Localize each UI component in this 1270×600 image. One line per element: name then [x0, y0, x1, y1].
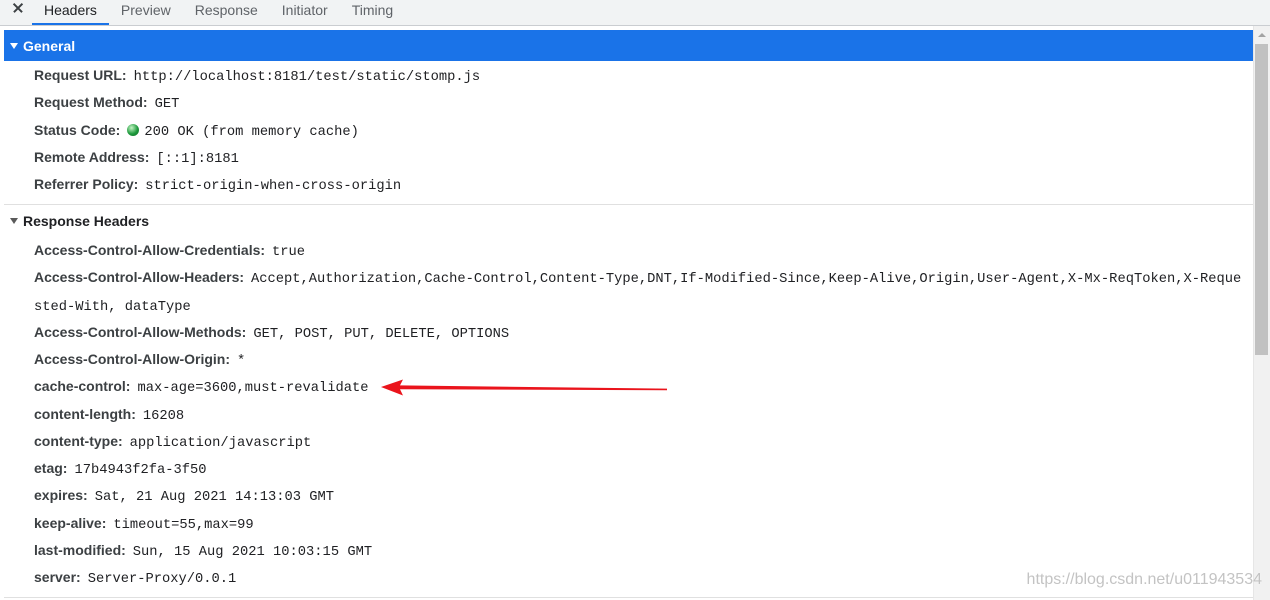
- response-row-content-length: content-length: 16208: [34, 401, 1247, 428]
- section-response-headers: Response Headers Access-Control-Allow-Cr…: [4, 204, 1253, 597]
- tab-bar: Headers Preview Response Initiator Timin…: [0, 0, 1270, 26]
- response-row-allow-headers: Access-Control-Allow-Headers: Accept,Auth…: [34, 264, 1247, 319]
- response-row-allow-methods: Access-Control-Allow-Methods: GET, POST, …: [34, 319, 1247, 346]
- header-value: 200 OK (from memory cache): [144, 124, 359, 140]
- header-name: Access-Control-Allow-Headers:: [34, 269, 245, 286]
- general-row-status-code: Status Code: 200 OK (from memory cache): [34, 117, 1247, 144]
- general-rows: Request URL: http://localhost:8181/test/s…: [4, 61, 1253, 204]
- section-divider: [4, 597, 1253, 598]
- response-row-allow-origin: Access-Control-Allow-Origin: *: [34, 346, 1247, 373]
- header-name: etag:: [34, 460, 68, 476]
- header-value: application/javascript: [129, 435, 312, 451]
- header-value: http://localhost:8181/test/static/stomp.…: [133, 70, 481, 85]
- header-value: Sun, 15 Aug 2021 10:03:15 GMT: [132, 544, 373, 560]
- tab-headers[interactable]: Headers: [32, 0, 109, 25]
- header-value: Sat, 21 Aug 2021 14:13:03 GMT: [94, 490, 334, 506]
- header-value: Server-Proxy/0.0.1: [87, 572, 237, 587]
- triangle-down-icon[interactable]: [10, 42, 18, 49]
- header-value: *: [237, 354, 246, 369]
- triangle-down-icon[interactable]: [10, 218, 18, 224]
- tab-initiator[interactable]: Initiator: [270, 0, 340, 25]
- close-button[interactable]: [0, 0, 32, 25]
- general-row-request-url: Request URL: http://localhost:8181/test/s…: [34, 62, 1247, 89]
- watermark: https://blog.csdn.net/u011943534: [1026, 571, 1262, 588]
- section-title: Response Headers: [23, 213, 150, 229]
- section-header-general[interactable]: General: [4, 30, 1253, 61]
- header-name: Status Code:: [34, 121, 121, 138]
- section-header-response-headers[interactable]: Response Headers: [4, 205, 1253, 237]
- header-value: true: [272, 245, 306, 260]
- header-name: Request URL:: [34, 67, 127, 83]
- section-general: General Request URL: http://localhost:818…: [4, 30, 1253, 204]
- header-value: GET: [154, 97, 180, 113]
- general-row-referrer-policy: Referrer Policy: strict-origin-when-cross…: [34, 171, 1247, 198]
- scroll-up-arrow-icon[interactable]: [1258, 33, 1266, 37]
- header-name: keep-alive:: [34, 514, 107, 531]
- header-name: expires:: [34, 487, 88, 504]
- header-name: server:: [34, 569, 81, 585]
- header-name: cache-control:: [34, 378, 131, 395]
- header-name: Request Method:: [34, 94, 148, 111]
- general-row-remote-address: Remote Address: [::1]:8181: [34, 144, 1247, 171]
- response-row-cache-control: cache-control: max-age=3600,must-revalida…: [34, 373, 1247, 400]
- response-row-content-type: content-type: application/javascript: [34, 428, 1247, 455]
- header-value: 16208: [142, 408, 185, 424]
- section-title: General: [23, 37, 76, 54]
- tab-preview[interactable]: Preview: [109, 0, 183, 25]
- tab-timing[interactable]: Timing: [340, 0, 406, 25]
- header-name: Referrer Policy:: [34, 176, 139, 192]
- tab-response[interactable]: Response: [183, 0, 270, 25]
- header-name: Access-Control-Allow-Methods:: [34, 323, 247, 340]
- header-value: GET, POST, PUT, DELETE, OPTIONS: [253, 326, 510, 342]
- header-name: Access-Control-Allow-Credentials:: [34, 242, 266, 258]
- header-value: timeout=55,max=99: [113, 517, 254, 533]
- header-value: max-age=3600,must-revalidate: [137, 381, 369, 397]
- header-name: Remote Address:: [34, 148, 150, 165]
- scroll-up-button[interactable]: [1254, 26, 1270, 43]
- scrollbar-thumb[interactable]: [1255, 44, 1268, 355]
- header-name: last-modified:: [34, 541, 126, 558]
- response-row-keep-alive: keep-alive: timeout=55,max=99: [34, 510, 1247, 537]
- close-icon[interactable]: [13, 3, 23, 13]
- green-status-dot-icon: [127, 123, 140, 136]
- response-row-expires: expires: Sat, 21 Aug 2021 14:13:03 GMT: [34, 482, 1247, 509]
- headers-pane: General Request URL: http://localhost:818…: [0, 26, 1253, 600]
- response-header-rows: Access-Control-Allow-Credentials: true Ac…: [4, 237, 1253, 597]
- response-row-last-modified: last-modified: Sun, 15 Aug 2021 10:03:15 …: [34, 537, 1247, 564]
- response-row-etag: etag: 17b4943f2fa-3f50: [34, 455, 1247, 482]
- header-name: Access-Control-Allow-Origin:: [34, 351, 231, 367]
- general-row-request-method: Request Method: GET: [34, 89, 1247, 116]
- header-value: [::1]:8181: [156, 151, 239, 167]
- header-name: content-type:: [34, 432, 123, 449]
- header-name: content-length:: [34, 405, 136, 422]
- response-row-allow-credentials: Access-Control-Allow-Credentials: true: [34, 237, 1247, 264]
- header-value: strict-origin-when-cross-origin: [145, 179, 402, 194]
- header-value: 17b4943f2fa-3f50: [74, 463, 207, 478]
- vertical-scrollbar[interactable]: [1253, 26, 1270, 600]
